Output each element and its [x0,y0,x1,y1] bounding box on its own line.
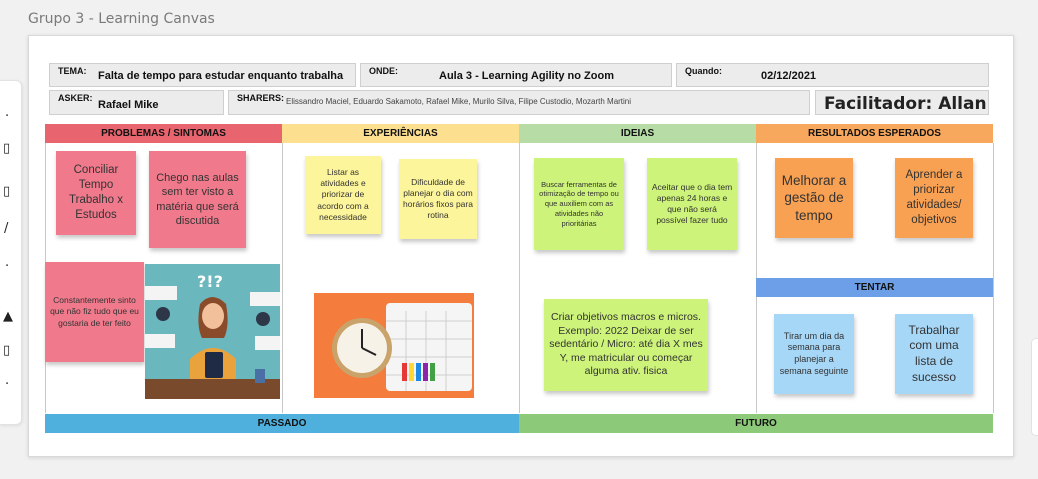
sticky-note[interactable]: Aceitar que o dia tem apenas 24 horas e … [647,158,737,250]
side-toolbar[interactable]: · ▯ ▯ / · ▲ ▯ · [0,80,22,425]
facilitador-cell[interactable]: Facilitador: Allan [815,90,989,115]
stressed-woman-illustration: ?!? [145,264,280,399]
passado-label: PASSADO [257,418,307,429]
column-header-resultados: RESULTADOS ESPERADOS [756,124,993,143]
column-header-experiencias: EXPERIÊNCIAS [282,124,519,143]
toolbar-item[interactable]: · [5,259,9,274]
futuro-band: FUTURO [519,414,993,433]
sticky-note[interactable]: Tirar um dia da semana para planejar a s… [774,314,854,394]
sticky-note[interactable]: Criar objetivos macros e micros. Exemplo… [544,299,708,391]
note-text: Constantemente sinto que não fiz tudo qu… [50,295,139,328]
note-text: Aceitar que o dia tem apenas 24 horas e … [651,181,733,226]
sticky-note[interactable]: Listar as atividades e priorizar de acor… [305,156,381,234]
tema-label: TEMA: [58,66,87,76]
toolbar-item[interactable]: / [4,221,8,236]
tema-value: Falta de tempo para estudar enquanto tra… [98,70,344,82]
passado-band: PASSADO [45,414,519,433]
column-title: RESULTADOS ESPERADOS [808,128,941,139]
toolbar-item[interactable]: ▯ [3,343,10,358]
question-marks: ?!? [197,272,223,291]
quando-value: 02/12/2021 [761,70,817,82]
onde-value: Aula 3 - Learning Agility no Zoom [439,70,614,82]
note-text: Conciliar Tempo Trabalho x Estudos [69,164,123,221]
asker-value: Rafael Mike [98,99,159,111]
futuro-label: FUTURO [735,418,777,429]
quando-label: Quando: [685,66,722,76]
toolbar-item[interactable]: ▯ [3,184,10,199]
note-text: Melhorar a gestão de tempo [781,172,847,223]
sticky-note[interactable]: Chego nas aulas sem ter visto a matéria … [149,151,246,248]
toolbar-item[interactable]: ▯ [3,141,10,156]
column-header-problemas: PROBLEMAS / SINTOMAS [45,124,282,143]
sharers-cell[interactable]: SHARERS: Elissandro Maciel, Eduardo Saka… [228,90,810,115]
column-divider [993,143,994,413]
sharers-value: Elissandro Maciel, Eduardo Sakamoto, Raf… [286,97,632,106]
sticky-note[interactable]: Trabalhar com uma lista de sucesso [895,314,973,394]
sharers-label: SHARERS: [237,93,285,103]
column-header-ideias: IDEIAS [519,124,756,143]
note-text: Criar objetivos macros e micros. Exemplo… [549,310,703,378]
note-text: Dificuldade de planejar o dia com horári… [403,176,473,221]
onde-cell[interactable]: ONDE: Aula 3 - Learning Agility no Zoom [360,63,672,87]
clock-and-calendar-photo-svg [314,293,474,398]
toolbar-item[interactable]: · [5,109,9,124]
sticky-note[interactable]: Conciliar Tempo Trabalho x Estudos [56,151,136,235]
note-text: Tirar um dia da semana para planejar a s… [779,330,849,376]
column-title: IDEIAS [620,128,655,139]
sticky-note[interactable]: Dificuldade de planejar o dia com horári… [399,159,477,239]
column-divider [519,143,520,413]
note-text: Chego nas aulas sem ter visto a matéria … [156,171,239,227]
column-title: EXPERIÊNCIAS [363,128,438,139]
toolbar-item[interactable]: ▲ [3,309,13,324]
sticky-note[interactable]: Melhorar a gestão de tempo [775,158,853,238]
note-text: Aprender a priorizar atividades/ objetiv… [905,169,963,226]
onde-label: ONDE: [369,66,398,76]
sticky-note[interactable]: Constantemente sinto que não fiz tudo qu… [45,262,144,362]
learning-canvas-frame[interactable]: TEMA: Falta de tempo para estudar enquan… [28,35,1014,457]
note-text: Listar as atividades e priorizar de acor… [317,167,369,222]
sticky-note[interactable]: Aprender a priorizar atividades/ objetiv… [895,158,973,238]
asker-cell[interactable]: ASKER: Rafael Mike [49,90,224,115]
tentar-header: TENTAR [756,278,993,297]
tentar-title: TENTAR [854,282,895,293]
sticky-note[interactable]: Buscar ferramentas de otimização de temp… [534,158,624,250]
note-text: Trabalhar com uma lista de sucesso [908,322,960,384]
column-title: PROBLEMAS / SINTOMAS [101,128,226,139]
toolbar-item[interactable]: · [5,377,9,392]
tema-cell[interactable]: TEMA: Falta de tempo para estudar enquan… [49,63,356,87]
asker-label: ASKER: [58,93,93,103]
clock-and-calendar-photo [314,293,474,398]
column-divider [282,143,283,413]
note-text: Buscar ferramentas de otimização de temp… [539,179,619,228]
facilitador-text: Facilitador: Allan [824,94,987,114]
quando-cell[interactable]: Quando: 02/12/2021 [676,63,989,87]
right-panel-edge [1031,338,1038,436]
board-title: Grupo 3 - Learning Canvas [28,11,215,27]
